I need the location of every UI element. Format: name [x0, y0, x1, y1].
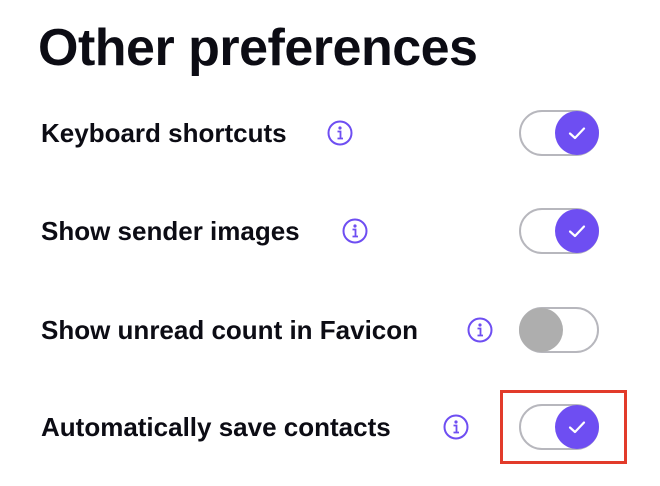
highlight-box [500, 390, 627, 464]
checkmark-icon [568, 127, 586, 140]
preference-label: Show unread count in Favicon [41, 315, 419, 345]
preference-row-show-sender-images: Show sender images [0, 201, 660, 261]
preference-label: Keyboard shortcuts [41, 118, 287, 148]
preference-row-show-unread-count: Show unread count in Favicon [0, 300, 660, 360]
info-icon[interactable] [443, 414, 469, 440]
show-sender-images-toggle[interactable] [519, 208, 599, 254]
page-title: Other preferences [38, 19, 478, 77]
toggle-knob [555, 111, 599, 155]
preference-label: Show sender images [41, 216, 300, 246]
keyboard-shortcuts-toggle[interactable] [519, 110, 599, 156]
info-icon[interactable] [327, 120, 353, 146]
preference-label: Automatically save contacts [41, 412, 391, 442]
toggle-knob [555, 209, 599, 253]
preference-row-keyboard-shortcuts: Keyboard shortcuts [0, 103, 660, 163]
info-icon[interactable] [467, 317, 493, 343]
checkmark-icon [568, 225, 586, 238]
info-icon[interactable] [342, 218, 368, 244]
toggle-knob [519, 308, 563, 352]
show-unread-count-toggle[interactable] [519, 307, 599, 353]
